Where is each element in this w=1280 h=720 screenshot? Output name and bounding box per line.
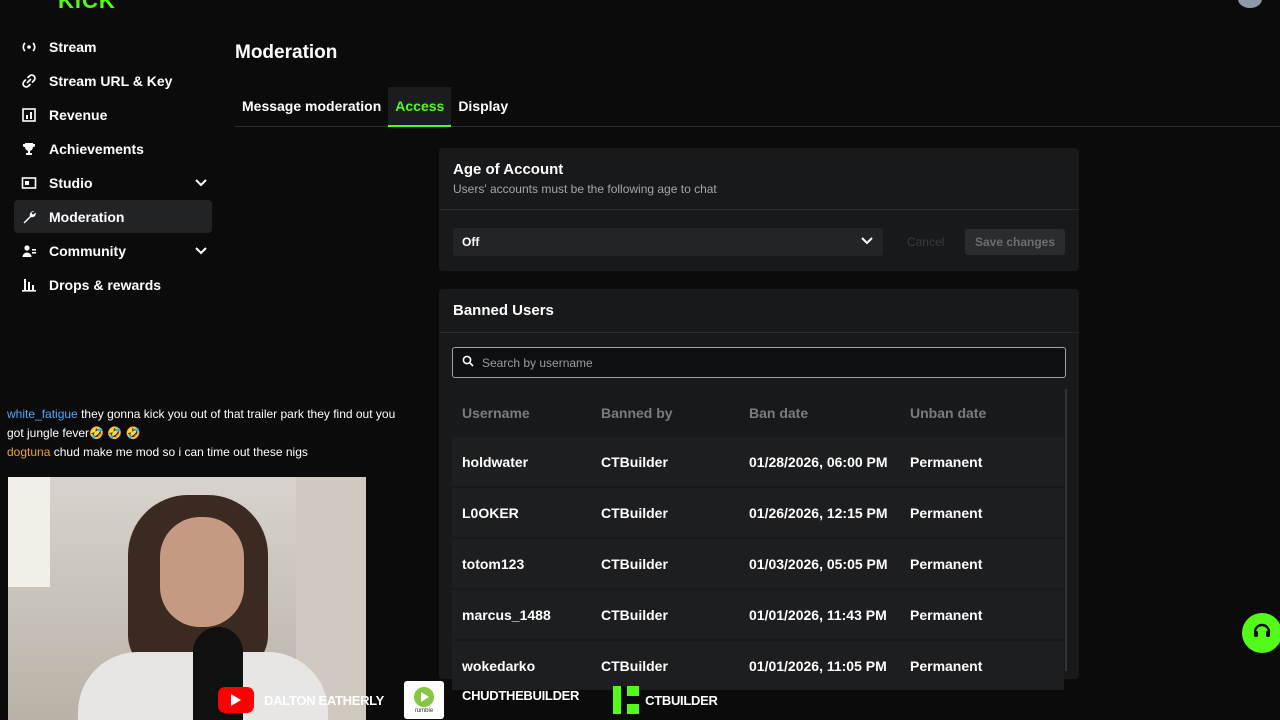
card-header: Age of Account Users' accounts must be t…: [439, 148, 1079, 210]
sidebar-item-label: Community: [49, 242, 126, 259]
sidebar-item-label: Revenue: [49, 106, 108, 123]
sidebar-item-label: Stream: [49, 38, 97, 55]
chat-overlay: white_fatigue they gonna kick you out of…: [7, 405, 407, 462]
sidebar-item-revenue[interactable]: Revenue: [14, 98, 212, 131]
cell-banned-by: CTBuilder: [601, 453, 668, 470]
chart-icon: [21, 107, 37, 123]
sidebar-item-label: Drops & rewards: [49, 276, 162, 293]
search-icon: [462, 354, 474, 372]
kick-icon: [613, 686, 640, 714]
cell-unban-date: Permanent: [910, 606, 983, 623]
card-title: Banned Users: [453, 302, 554, 319]
age-of-account-card: Age of Account Users' accounts must be t…: [439, 148, 1079, 271]
sidebar: Stream Stream URL & Key Revenue Achievem…: [14, 30, 212, 302]
social-handles: DALTON EATHERLY rumble CHUDTHEBUILDER CT…: [218, 680, 718, 720]
cell-ban-date: 01/03/2026, 05:05 PM: [749, 555, 888, 572]
trophy-icon: [21, 141, 37, 157]
selected-value: Off: [462, 235, 480, 249]
table-row[interactable]: holdwater CTBuilder 01/28/2026, 06:00 PM…: [452, 437, 1064, 486]
cancel-button[interactable]: Cancel: [907, 235, 947, 249]
link-icon: [21, 73, 37, 89]
cell-username: holdwater: [462, 453, 529, 470]
column-header-ban-date[interactable]: Ban date: [749, 405, 910, 421]
column-header-username[interactable]: Username: [462, 405, 601, 421]
cell-ban-date: 01/28/2026, 06:00 PM: [749, 453, 888, 470]
page-title: Moderation: [235, 42, 338, 63]
cell-ban-date: 01/26/2026, 12:15 PM: [749, 504, 888, 521]
rumble-icon: rumble: [403, 681, 444, 719]
youtube-handle: DALTON EATHERLY: [264, 692, 384, 708]
community-icon: [21, 243, 37, 259]
account-age-select[interactable]: Off: [453, 228, 883, 256]
headset-icon: [1251, 620, 1273, 647]
broadcast-icon: [21, 39, 37, 55]
column-header-banned-by[interactable]: Banned by: [601, 405, 749, 421]
sidebar-item-stream-url-key[interactable]: Stream URL & Key: [14, 64, 212, 97]
card-title: Age of Account: [453, 161, 564, 178]
kick-logo[interactable]: KICK: [58, 0, 116, 14]
cell-unban-date: Permanent: [910, 504, 983, 521]
sidebar-item-label: Studio: [49, 174, 93, 191]
cell-username: marcus_1488: [462, 606, 551, 623]
gift-icon: [21, 277, 37, 293]
cell-banned-by: CTBuilder: [601, 555, 668, 572]
card-header: Banned Users: [439, 289, 1079, 333]
save-changes-button[interactable]: Save changes: [964, 229, 1066, 255]
cell-ban-date: 01/01/2026, 11:43 PM: [749, 606, 887, 623]
column-header-unban-date[interactable]: Unban date: [910, 405, 1074, 421]
sidebar-item-moderation[interactable]: Moderation: [14, 200, 212, 233]
chat-message: white_fatigue they gonna kick you out of…: [7, 405, 407, 443]
card-subtitle: Users' accounts must be the following ag…: [453, 182, 717, 196]
banned-users-table: Username Banned by Ban date Unban date h…: [452, 389, 1064, 692]
sidebar-item-achievements[interactable]: Achievements: [14, 132, 212, 165]
tab-display[interactable]: Display: [451, 87, 515, 127]
chevron-down-icon: [860, 235, 874, 249]
avatar[interactable]: [1238, 0, 1262, 8]
cell-banned-by: CTBuilder: [601, 504, 668, 521]
chat-username: dogtuna: [7, 445, 51, 459]
search-field[interactable]: [452, 347, 1066, 378]
sidebar-item-community[interactable]: Community: [14, 234, 212, 267]
cell-unban-date: Permanent: [910, 453, 983, 470]
tab-message-moderation[interactable]: Message moderation: [235, 87, 388, 127]
cell-unban-date: Permanent: [910, 657, 983, 674]
search-input[interactable]: [482, 355, 1042, 370]
cell-ban-date: 01/01/2026, 11:05 PM: [749, 657, 887, 674]
banned-users-card: Banned Users Username Banned by Ban date…: [439, 289, 1079, 690]
chevron-down-icon[interactable]: [190, 178, 212, 188]
rumble-label: rumble: [414, 707, 434, 714]
cell-banned-by: CTBuilder: [601, 606, 668, 623]
cell-username: wokedarko: [462, 657, 536, 674]
sidebar-item-studio[interactable]: Studio: [14, 166, 212, 199]
table-row[interactable]: L0OKER CTBuilder 01/26/2026, 12:15 PM Pe…: [452, 488, 1064, 537]
cell-username: L0OKER: [462, 504, 519, 521]
age-controls: Off Cancel Save changes: [453, 228, 1066, 256]
scrollbar[interactable]: [1065, 389, 1067, 671]
chat-text: chud make me mod so i can time out these…: [53, 445, 308, 459]
youtube-icon: [218, 687, 254, 713]
sidebar-item-label: Stream URL & Key: [49, 72, 173, 89]
sidebar-item-stream[interactable]: Stream: [14, 30, 212, 63]
chat-username: white_fatigue: [7, 407, 78, 421]
cell-unban-date: Permanent: [910, 555, 983, 572]
kick-handle: CTBUILDER: [645, 692, 718, 708]
rumble-handle: CHUDTHEBUILDER: [461, 687, 580, 703]
tab-access[interactable]: Access: [388, 87, 452, 127]
chat-message: dogtuna chud make me mod so i can time o…: [7, 443, 407, 462]
tab-bar: Message moderation Access Display: [235, 87, 1280, 127]
chevron-down-icon[interactable]: [190, 246, 212, 256]
table-header: Username Banned by Ban date Unban date: [452, 389, 1064, 437]
sidebar-item-label: Moderation: [49, 208, 125, 225]
sidebar-item-drops-rewards[interactable]: Drops & rewards: [14, 268, 212, 301]
table-row[interactable]: totom123 CTBuilder 01/03/2026, 05:05 PM …: [452, 539, 1064, 588]
support-button[interactable]: [1242, 613, 1280, 653]
sidebar-item-label: Achievements: [49, 140, 144, 157]
cell-username: totom123: [462, 555, 525, 572]
wrench-icon: [21, 209, 37, 225]
table-row[interactable]: marcus_1488 CTBuilder 01/01/2026, 11:43 …: [452, 590, 1064, 639]
studio-icon: [21, 175, 37, 191]
cell-banned-by: CTBuilder: [601, 657, 668, 674]
